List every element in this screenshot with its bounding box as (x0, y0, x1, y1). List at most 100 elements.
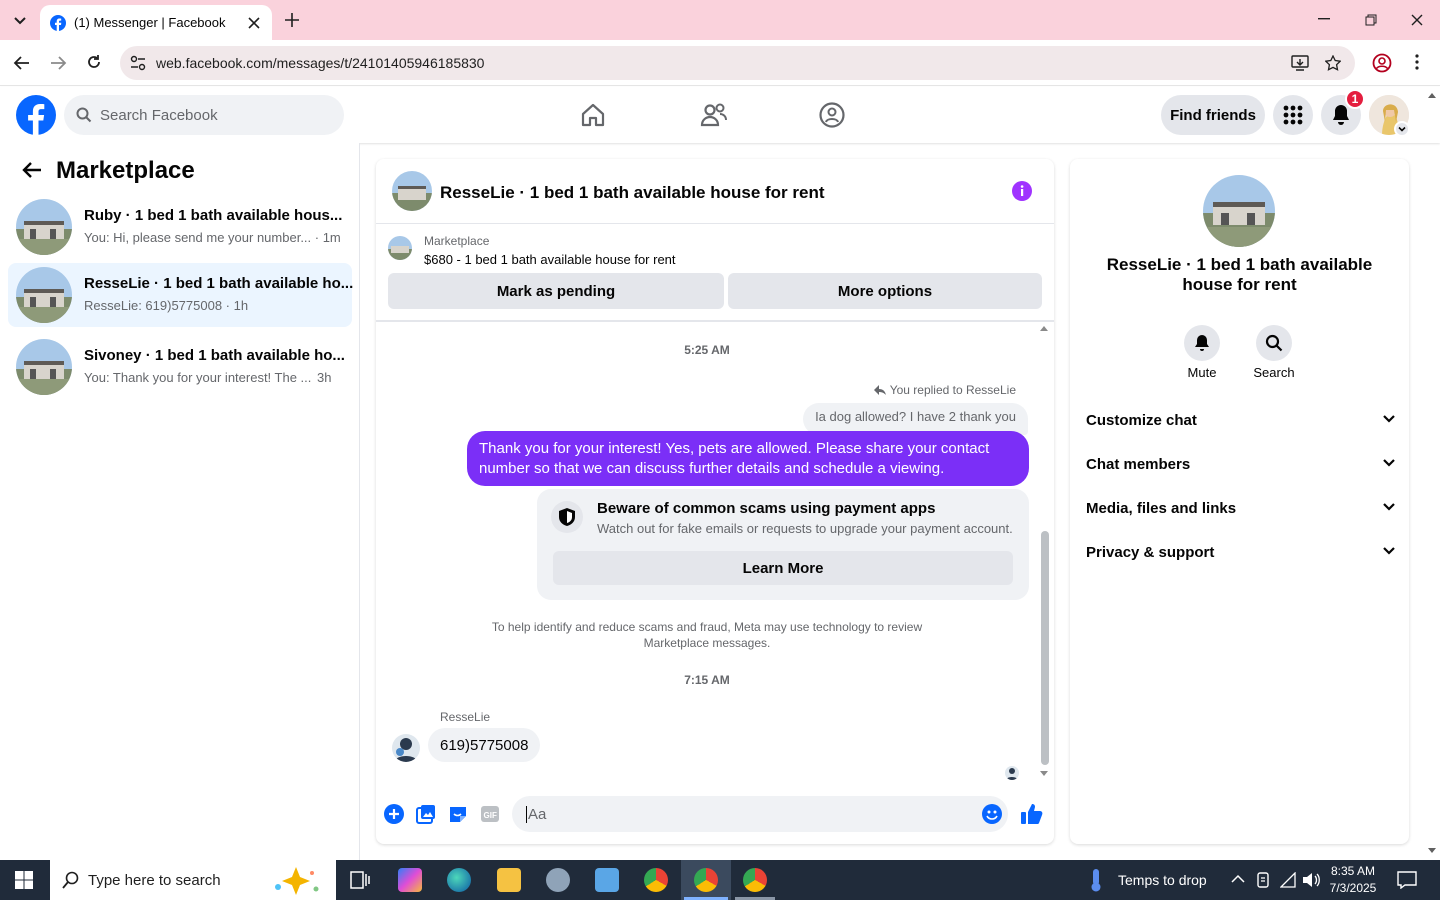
account-chevron-icon[interactable] (1394, 121, 1410, 137)
find-friends-button[interactable]: Find friends (1161, 95, 1265, 135)
photo-icon[interactable] (416, 804, 436, 824)
conversation-item-selected[interactable]: ResseLie · 1 bed 1 bath available ho... … (8, 263, 353, 327)
meet-icon[interactable] (1256, 872, 1270, 888)
search-icon (62, 871, 79, 889)
gif-icon[interactable]: GIF (480, 804, 500, 824)
plus-icon[interactable] (384, 804, 404, 824)
address-bar[interactable]: web.facebook.com/messages/t/241014059461… (120, 46, 1355, 80)
tab-title: (1) Messenger | Facebook (74, 15, 226, 30)
windows-start-icon[interactable] (15, 871, 33, 889)
chrome-profile-icon[interactable] (694, 868, 718, 892)
site-info-icon[interactable] (130, 55, 146, 71)
volume-icon[interactable] (1302, 872, 1320, 888)
restore-icon[interactable] (1365, 14, 1377, 26)
info-icon[interactable] (1012, 181, 1032, 201)
emoji-icon[interactable] (982, 804, 1002, 824)
conversation-preview: ResseLie: 619)5775008 · 1h (84, 298, 249, 313)
clock[interactable]: 8:35 AM 7/3/2025 (1328, 863, 1378, 897)
home-icon[interactable] (580, 102, 606, 128)
file-explorer-icon[interactable] (497, 868, 521, 892)
new-tab-icon[interactable] (284, 12, 300, 28)
learn-more-button[interactable]: Learn More (553, 551, 1013, 585)
page-scroll-down-icon[interactable] (1428, 848, 1436, 854)
customize-chat-section[interactable]: Customize chat (1086, 398, 1396, 442)
profile-icon[interactable] (1372, 53, 1392, 73)
tab-search-icon[interactable] (10, 10, 30, 30)
groups-icon[interactable] (818, 101, 846, 129)
taskbar-search-input[interactable]: Type here to search (50, 860, 336, 900)
mute-label: Mute (1187, 365, 1217, 380)
reply-indicator: You replied to ResseLie (873, 383, 1016, 397)
edge-browser-icon[interactable] (447, 868, 471, 892)
minimize-icon[interactable] (1318, 18, 1330, 20)
browser-tab[interactable]: (1) Messenger | Facebook (40, 5, 272, 40)
scroll-up-icon[interactable] (1040, 325, 1048, 331)
media-files-links-section[interactable]: Media, files and links (1086, 486, 1396, 530)
task-view-icon[interactable] (350, 871, 370, 889)
back-icon[interactable] (13, 55, 31, 71)
seen-avatar (1005, 766, 1019, 780)
scroll-down-icon[interactable] (1040, 771, 1048, 777)
chevron-down-icon (1383, 459, 1395, 467)
scam-warning-title: Beware of common scams using payment app… (597, 500, 936, 517)
chat-scrollbar-thumb[interactable] (1041, 531, 1049, 765)
conversation-preview: You: Thank you for your interest! The ..… (84, 370, 312, 385)
chrome-icon[interactable] (644, 868, 668, 892)
grid-icon (1283, 105, 1303, 125)
sticker-icon[interactable] (448, 804, 468, 824)
sender-avatar[interactable] (392, 734, 420, 762)
app-icon[interactable] (546, 868, 570, 892)
tab-close-icon[interactable] (248, 16, 260, 29)
my-message-bubble[interactable]: Thank you for your interest! Yes, pets a… (467, 431, 1029, 486)
facebook-logo-icon[interactable] (16, 95, 56, 135)
page-scroll-up-icon[interactable] (1428, 92, 1436, 98)
bell-icon (1333, 105, 1349, 125)
conversation-time: 3h (317, 370, 332, 385)
install-app-icon[interactable] (1291, 55, 1309, 71)
section-label: Customize chat (1086, 411, 1197, 429)
weather-text[interactable]: Temps to drop (1118, 872, 1207, 888)
chrome-profile-icon[interactable] (743, 868, 767, 892)
copilot-app-icon[interactable] (398, 868, 422, 892)
kebab-menu-icon[interactable] (1415, 54, 1419, 70)
chat-avatar[interactable] (392, 171, 432, 211)
chat-header-title[interactable]: ResseLie · 1 bed 1 bath available house … (440, 183, 825, 203)
notifications-button[interactable]: 1 (1321, 89, 1365, 135)
more-options-button[interactable]: More options (728, 273, 1042, 309)
forward-icon[interactable] (49, 55, 67, 71)
facebook-search-input[interactable]: Search Facebook (64, 95, 344, 135)
reload-icon[interactable] (86, 54, 102, 70)
app-icon[interactable] (595, 868, 619, 892)
conversation-title: Sivoney · 1 bed 1 bath available ho... (84, 347, 345, 364)
mark-as-pending-button[interactable]: Mark as pending (388, 273, 724, 309)
listing-photo[interactable] (1203, 175, 1275, 247)
search-conversation-button[interactable] (1256, 325, 1292, 361)
listing-label: Marketplace (424, 234, 490, 248)
notification-center-icon[interactable] (1397, 871, 1417, 889)
network-icon[interactable] (1280, 872, 1296, 888)
like-thumb-icon[interactable] (1020, 803, 1044, 825)
thermometer-icon[interactable] (1088, 868, 1104, 892)
message-input[interactable]: Aa (512, 796, 1008, 832)
their-message-bubble[interactable]: 619)5775008 (428, 728, 541, 762)
menu-grid-button[interactable] (1273, 95, 1313, 135)
listing-divider (376, 320, 1054, 322)
bookmark-star-icon[interactable] (1325, 55, 1341, 71)
browser-toolbar: web.facebook.com/messages/t/241014059461… (0, 40, 1440, 86)
close-window-icon[interactable] (1411, 14, 1423, 26)
tray-chevron-icon[interactable] (1231, 874, 1245, 884)
conversation-item[interactable]: Ruby · 1 bed 1 bath available hous... Yo… (8, 195, 352, 259)
sender-name: ResseLie (440, 710, 491, 724)
listing-detail[interactable]: $680 - 1 bed 1 bath available house for … (424, 252, 676, 267)
conversation-item[interactable]: Sivoney · 1 bed 1 bath available ho... Y… (8, 335, 352, 399)
reply-icon (873, 385, 886, 395)
privacy-support-section[interactable]: Privacy & support (1086, 530, 1396, 574)
meta-notice: To help identify and reduce scams and fr… (491, 620, 923, 650)
back-arrow-icon[interactable] (22, 161, 42, 179)
listing-thumbnail (388, 236, 412, 260)
chat-members-section[interactable]: Chat members (1086, 442, 1396, 486)
panel-title: Marketplace (56, 157, 195, 184)
scam-warning-card: Beware of common scams using payment app… (537, 489, 1029, 600)
mute-button[interactable] (1184, 325, 1220, 361)
friends-icon[interactable] (700, 102, 728, 128)
